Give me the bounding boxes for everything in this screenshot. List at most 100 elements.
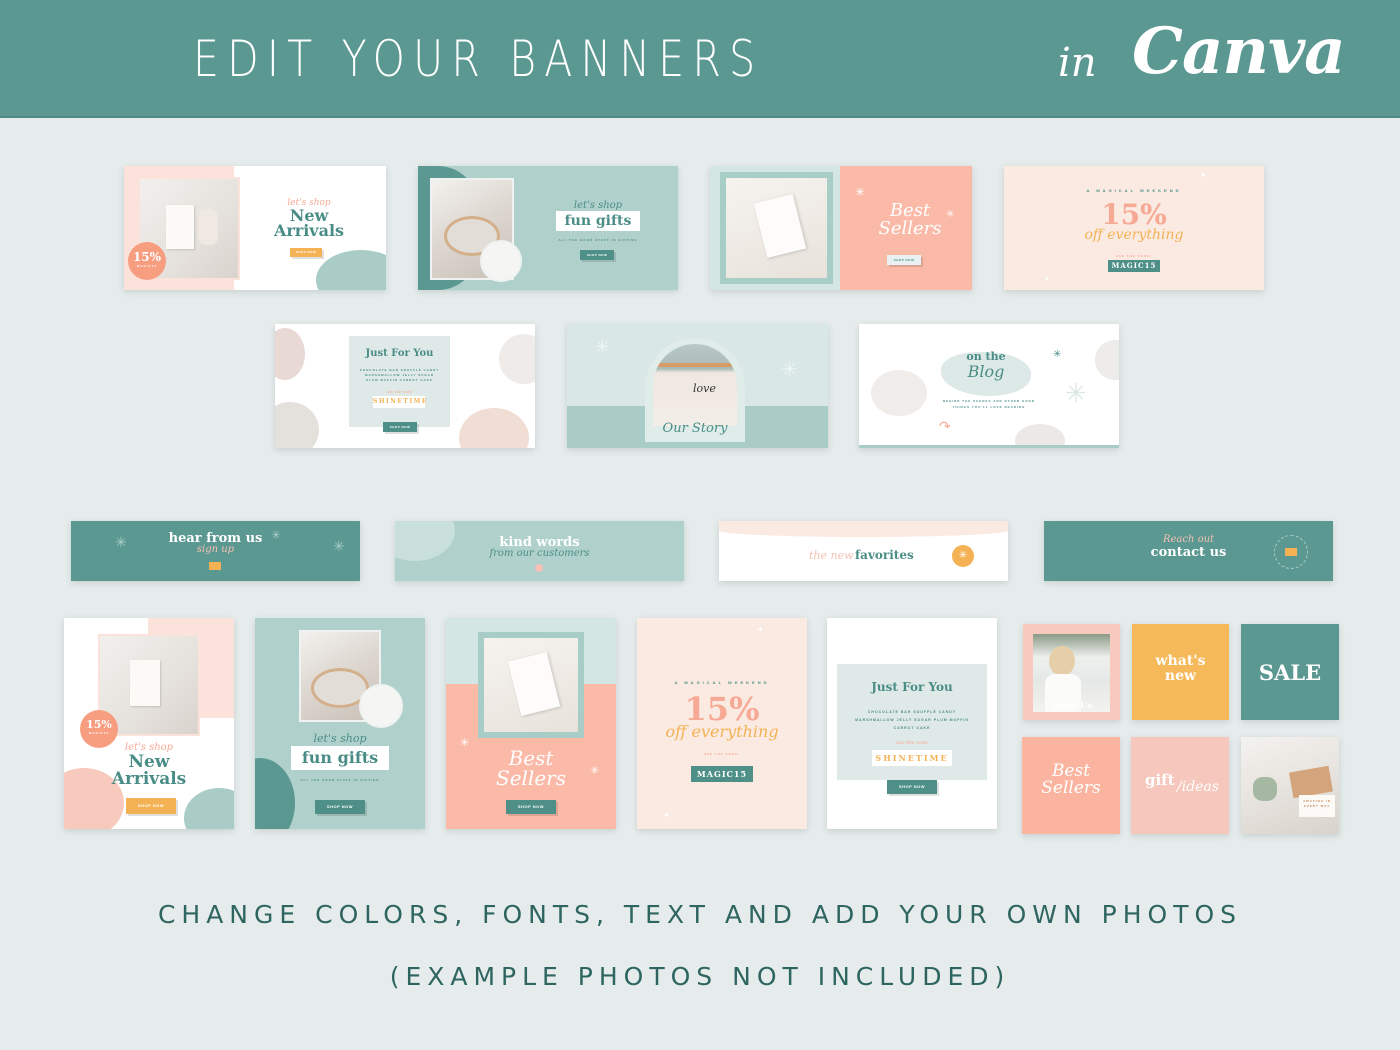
square-line2: Sellers [1041, 778, 1101, 798]
square-gift-ideas[interactable]: gift /ideas [1131, 737, 1229, 834]
promo-code: MAGIC15 [1108, 260, 1160, 272]
banner-our-story[interactable]: love Our Story ✳ ✳ [567, 324, 828, 448]
sparkle-icon: ✳ [115, 534, 127, 550]
tagline-line1: BEHIND THE SCENES AND OTHER GOOD [942, 399, 1036, 403]
card-note: AMAZING IN EVERY WAY [1299, 795, 1335, 817]
title-box: fun gifts [556, 211, 640, 231]
badge-code: MAGIC15 [136, 264, 158, 268]
code-label: use the code [895, 740, 929, 746]
book-photo [478, 632, 584, 738]
sparkle-icon: ✳ [590, 765, 600, 777]
envelope-icon [1285, 548, 1297, 556]
photo-circle [1015, 424, 1065, 445]
promo-code: SHINETIME [373, 396, 426, 408]
sparkle-icon: ✦ [663, 811, 670, 820]
sparkle-icon: ✳ [271, 528, 282, 542]
footer-line2: (EXAMPLE PHOTOS NOT INCLUDED) [389, 962, 1011, 991]
tall-new-arrivals[interactable]: 15% MAGIC15 let's shop New Arrivals SHOP… [64, 618, 234, 829]
sparkle-icon: ✦ [1044, 276, 1050, 283]
square-photo-flatlay[interactable]: AMAZING IN EVERY WAY [1241, 737, 1339, 834]
tall-fun-gifts[interactable]: let's shop fun gifts ALL THE GOOD STUFF … [255, 618, 425, 829]
footer-line1: CHANGE COLORS, FONTS, TEXT AND ADD YOUR … [157, 900, 1243, 929]
star-icon: ✳ [1053, 349, 1062, 360]
sparkle-icon: ✳ [1065, 378, 1087, 408]
strip-contact-us[interactable]: Reach out contact us WE ARE ALWAYS HERE … [1044, 521, 1333, 581]
banner-new-arrivals[interactable]: 15% MAGIC15 let's shop New Arrivals SHOP… [124, 166, 386, 290]
round-photo [480, 240, 522, 282]
sparkle-icon: ✳ [781, 359, 798, 381]
square-best-sellers[interactable]: Best Sellers [1022, 737, 1120, 834]
mint-blob [184, 788, 234, 829]
strip-new-favorites[interactable]: the new favorites ✳ [719, 521, 1008, 581]
page-title: EDIT YOUR BANNERS [193, 30, 764, 88]
shop-now-button[interactable]: SHOP NOW [580, 250, 614, 260]
promo-code: MAGIC15 [691, 766, 753, 782]
banner-best-sellers[interactable]: Best Sellers SHOP NOW ✳ ✳ [710, 166, 972, 290]
square-about-us[interactable]: About Us [1023, 624, 1120, 720]
discount-badge: 15% MAGIC15 [128, 242, 166, 280]
envelope-photo [1289, 765, 1333, 799]
badge-percent: 15% [86, 718, 112, 731]
promo-code: SHINETIME [872, 750, 952, 766]
sparkle-icon: ✳ [595, 337, 611, 357]
shop-now-button[interactable]: SHOP NOW [887, 780, 937, 794]
body-line3: CARROT CAKE [893, 726, 931, 730]
code-label: USE THE CODE: [1115, 254, 1153, 258]
teal-blob [255, 758, 295, 829]
arc-text: A MAGICAL WEEKEND [674, 680, 770, 685]
strip-kind-words[interactable]: kind words from our customers [395, 521, 684, 581]
envelope-icon [209, 562, 221, 570]
strip-title: favorites [855, 548, 914, 562]
sparkle-icon: ✳ [333, 538, 345, 554]
strip-hear-from-us[interactable]: hear from us sign up ✳ ✳ ✳ [71, 521, 360, 581]
square-label: SALE [1258, 660, 1322, 685]
title-line2: Arrivals [111, 769, 187, 789]
banner-just-for-you[interactable]: Just For You CHOCOLATE BAR SOUFFLÉ CANDY… [275, 324, 535, 448]
shop-now-button[interactable]: SHOP NOW [887, 255, 921, 265]
banner-fun-gifts[interactable]: let's shop fun gifts ALL THE GOOD STUFF … [418, 166, 678, 290]
sparkle-icon: ✳ [855, 185, 866, 199]
square-line2: new [1164, 668, 1197, 684]
photo-circle [1095, 340, 1119, 380]
title-line2: Sellers [878, 218, 942, 239]
photo-circle [275, 328, 305, 380]
shop-now-button[interactable]: SHOP NOW [290, 248, 322, 257]
body-line1: CHOCOLATE BAR SOUFFLÉ CANDY [867, 710, 957, 714]
tall-just-for-you[interactable]: Just For You CHOCOLATE BAR SOUFFLÉ CANDY… [827, 618, 997, 829]
badge-percent: 15% [132, 250, 162, 264]
title-text: Just For You [871, 680, 953, 694]
tall-best-sellers[interactable]: Best Sellers SHOP NOW ✳ ✳ [446, 618, 616, 829]
banner-magical-weekend[interactable]: A MAGICAL WEEKEND 15% off everything USE… [1004, 166, 1264, 290]
title-text: Our Story [662, 421, 728, 436]
square-gift-text: gift [1145, 771, 1175, 789]
heart-icon [535, 564, 543, 572]
shop-now-button[interactable]: SHOP NOW [506, 800, 556, 814]
shop-now-button[interactable]: SHOP NOW [315, 800, 365, 814]
sparkle-icon: ✦ [1200, 171, 1207, 180]
plant-photo [1253, 777, 1277, 801]
tagline-line2: THINGS YOU'LL LOVE READING [952, 405, 1026, 409]
code-label: USE THE CODE: [703, 752, 741, 756]
star-badge-icon: ✳ [952, 545, 974, 567]
title-text: Just For You [365, 348, 434, 359]
shop-now-button[interactable]: SHOP NOW [126, 798, 176, 814]
shop-now-button[interactable]: SHOP NOW [383, 422, 417, 432]
banner-blog[interactable]: on the Blog BEHIND THE SCENES AND OTHER … [859, 324, 1119, 448]
sparkle-icon: ✳ [946, 209, 955, 220]
title-line2: Arrivals [273, 221, 345, 240]
tall-magical-weekend[interactable]: A MAGICAL WEEKEND 15% off everything USE… [637, 618, 807, 829]
photo-circle [871, 370, 927, 416]
arrow-doodle-icon: ↷ [939, 418, 951, 434]
sparkle-icon: ✳ [460, 737, 470, 749]
body-text: CHOCOLATE BAR SOUFFLÉ CANDY MARSHMALLOW … [359, 368, 440, 382]
strip-subtitle: from our customers [489, 548, 590, 559]
square-sale[interactable]: SALE [1241, 624, 1339, 720]
canva-logo: Canva [1132, 14, 1346, 89]
badge-code: MAGIC15 [88, 731, 110, 735]
title-bottom: Blog [967, 362, 1005, 381]
strip-prefix: the new [809, 549, 854, 562]
square-whats-new[interactable]: what's new [1132, 624, 1229, 720]
kicker-text: let's shop [313, 732, 367, 745]
bedroom-photo: love [653, 344, 737, 426]
code-label: use the code [386, 389, 413, 394]
